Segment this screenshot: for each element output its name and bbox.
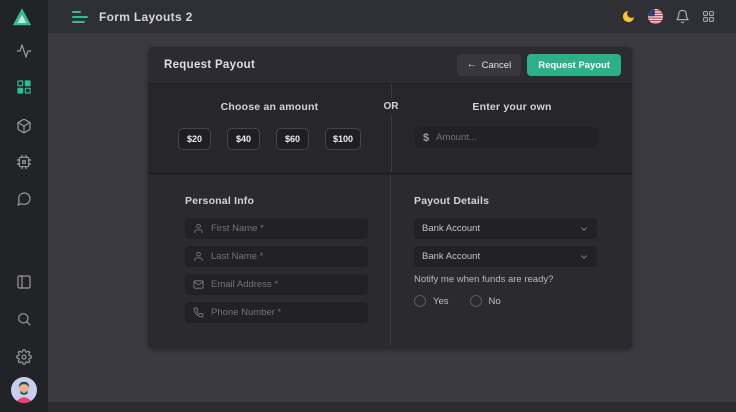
last-name-field[interactable] (185, 246, 368, 267)
mail-icon (193, 279, 204, 290)
radio-option-yes[interactable]: Yes (414, 295, 449, 307)
app-logo-triangle-icon[interactable] (11, 6, 33, 28)
sidebar-item-activity-icon[interactable] (16, 43, 32, 59)
first-name-input[interactable] (211, 223, 360, 234)
amount-preset-button[interactable]: $20 (178, 128, 211, 150)
amount-section: Choose an amount $20 $40 $60 $100 OR Ent… (148, 84, 632, 175)
menu-hamburger-icon[interactable] (72, 11, 88, 23)
bank-account-select-1[interactable]: Bank Account (414, 218, 597, 239)
sidebar-item-cube-icon[interactable] (16, 118, 32, 134)
payout-details-column: Payout Details Bank Account Bank Account… (391, 175, 632, 345)
amount-preset-button[interactable]: $60 (276, 128, 309, 150)
radio-circle-icon[interactable] (414, 295, 426, 307)
bell-icon[interactable] (675, 9, 690, 24)
email-field[interactable] (185, 274, 368, 295)
last-name-input[interactable] (211, 251, 360, 262)
sidebar-item-apps-grid-icon[interactable] (16, 79, 32, 95)
user-icon (193, 251, 204, 262)
radio-option-no[interactable]: No (470, 295, 501, 307)
personal-info-column: Personal Info (148, 175, 391, 345)
payout-details-heading: Payout Details (414, 195, 632, 207)
apps-launcher-grid-icon[interactable] (702, 10, 715, 23)
us-flag-icon[interactable] (648, 9, 663, 24)
sidebar-item-gear-icon[interactable] (16, 349, 32, 365)
dollar-sign-icon: $ (423, 132, 429, 144)
cancel-button[interactable]: ← Cancel (457, 54, 522, 76)
first-name-field[interactable] (185, 218, 368, 239)
user-icon (193, 223, 204, 234)
card-title: Request Payout (164, 59, 255, 71)
radio-circle-icon[interactable] (470, 295, 482, 307)
moon-theme-icon[interactable] (621, 9, 636, 24)
choose-amount-heading: Choose an amount (148, 101, 391, 113)
amount-preset-button[interactable]: $100 (325, 128, 361, 150)
chevron-down-icon (579, 252, 589, 262)
personal-info-heading: Personal Info (185, 195, 390, 207)
footer-bar (48, 402, 736, 412)
amount-input[interactable] (436, 132, 590, 143)
sidebar-item-chat-icon[interactable] (16, 191, 32, 207)
main-content: Request Payout ← Cancel Request Payout C… (48, 33, 736, 402)
phone-icon (193, 307, 204, 318)
request-payout-card: Request Payout ← Cancel Request Payout C… (148, 47, 632, 349)
email-input[interactable] (211, 279, 360, 290)
custom-amount-field[interactable]: $ (415, 127, 598, 148)
sidebar-item-layout-panel-icon[interactable] (16, 274, 32, 290)
bank-account-select-2[interactable]: Bank Account (414, 246, 597, 267)
chevron-down-icon (579, 224, 589, 234)
sidebar-item-cpu-icon[interactable] (16, 154, 32, 170)
amount-preset-button[interactable]: $40 (227, 128, 260, 150)
phone-field[interactable] (185, 302, 368, 323)
user-avatar[interactable] (11, 377, 37, 403)
top-header-bar: Form Layouts 2 (48, 0, 736, 33)
notify-question-label: Notify me when funds are ready? (414, 274, 632, 285)
request-payout-button[interactable]: Request Payout (527, 54, 621, 76)
page-title: Form Layouts 2 (99, 10, 193, 24)
phone-input[interactable] (211, 307, 360, 318)
card-header: Request Payout ← Cancel Request Payout (148, 47, 632, 84)
enter-your-own-heading: Enter your own (392, 101, 632, 113)
sidebar-item-search-icon[interactable] (16, 311, 32, 327)
back-arrow-icon: ← (467, 60, 477, 70)
sidebar (0, 0, 48, 412)
